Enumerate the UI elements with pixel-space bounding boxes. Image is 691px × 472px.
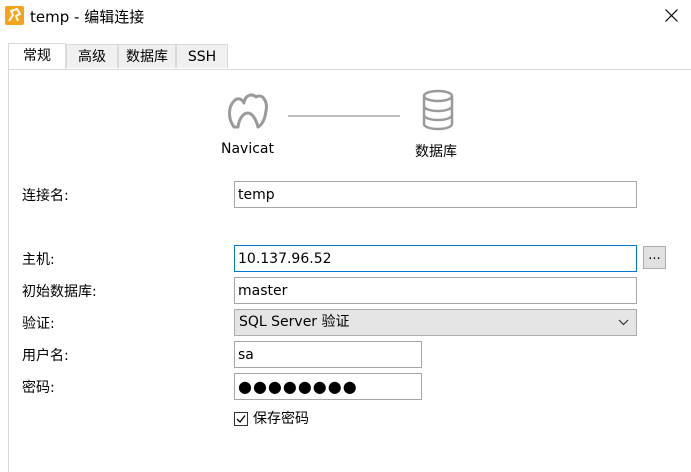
connection-line — [288, 115, 400, 117]
auth-select-value: SQL Server 验证 — [239, 314, 350, 330]
password-mask: ●●●●●●●● — [238, 377, 358, 396]
title-bar: temp - 编辑连接 — [0, 0, 691, 34]
auth-label: 验证: — [22, 316, 55, 332]
tab-databases[interactable]: 数据库 — [118, 44, 176, 68]
database-icon — [422, 89, 454, 131]
auth-select[interactable]: SQL Server 验证 — [234, 309, 637, 336]
password-label: 密码: — [22, 380, 55, 396]
tab-advanced[interactable]: 高级 — [66, 44, 118, 68]
navicat-icon — [228, 93, 268, 129]
chevron-down-icon — [618, 319, 629, 326]
host-browse-button[interactable]: ... — [643, 246, 666, 269]
close-button[interactable] — [652, 0, 691, 32]
database-label: 数据库 — [415, 144, 457, 160]
save-password-label[interactable]: 保存密码 — [253, 410, 309, 428]
initial-database-label: 初始数据库: — [22, 284, 97, 300]
username-input[interactable] — [234, 341, 422, 368]
navicat-app-icon — [5, 6, 24, 25]
password-input[interactable]: ●●●●●●●● — [234, 373, 422, 400]
checkmark-icon — [236, 415, 246, 423]
connection-name-input[interactable] — [234, 181, 637, 208]
window-title: temp - 编辑连接 — [30, 8, 145, 26]
navicat-label: Navicat — [221, 141, 274, 157]
initial-database-input[interactable] — [234, 277, 637, 304]
save-password-checkbox[interactable] — [234, 412, 248, 426]
host-label: 主机: — [22, 252, 55, 268]
connection-name-label: 连接名: — [22, 188, 69, 204]
username-label: 用户名: — [22, 348, 69, 364]
tab-general[interactable]: 常规 — [8, 43, 66, 69]
close-icon — [665, 9, 678, 22]
tab-ssh[interactable]: SSH — [176, 44, 228, 68]
host-input[interactable] — [234, 245, 637, 272]
